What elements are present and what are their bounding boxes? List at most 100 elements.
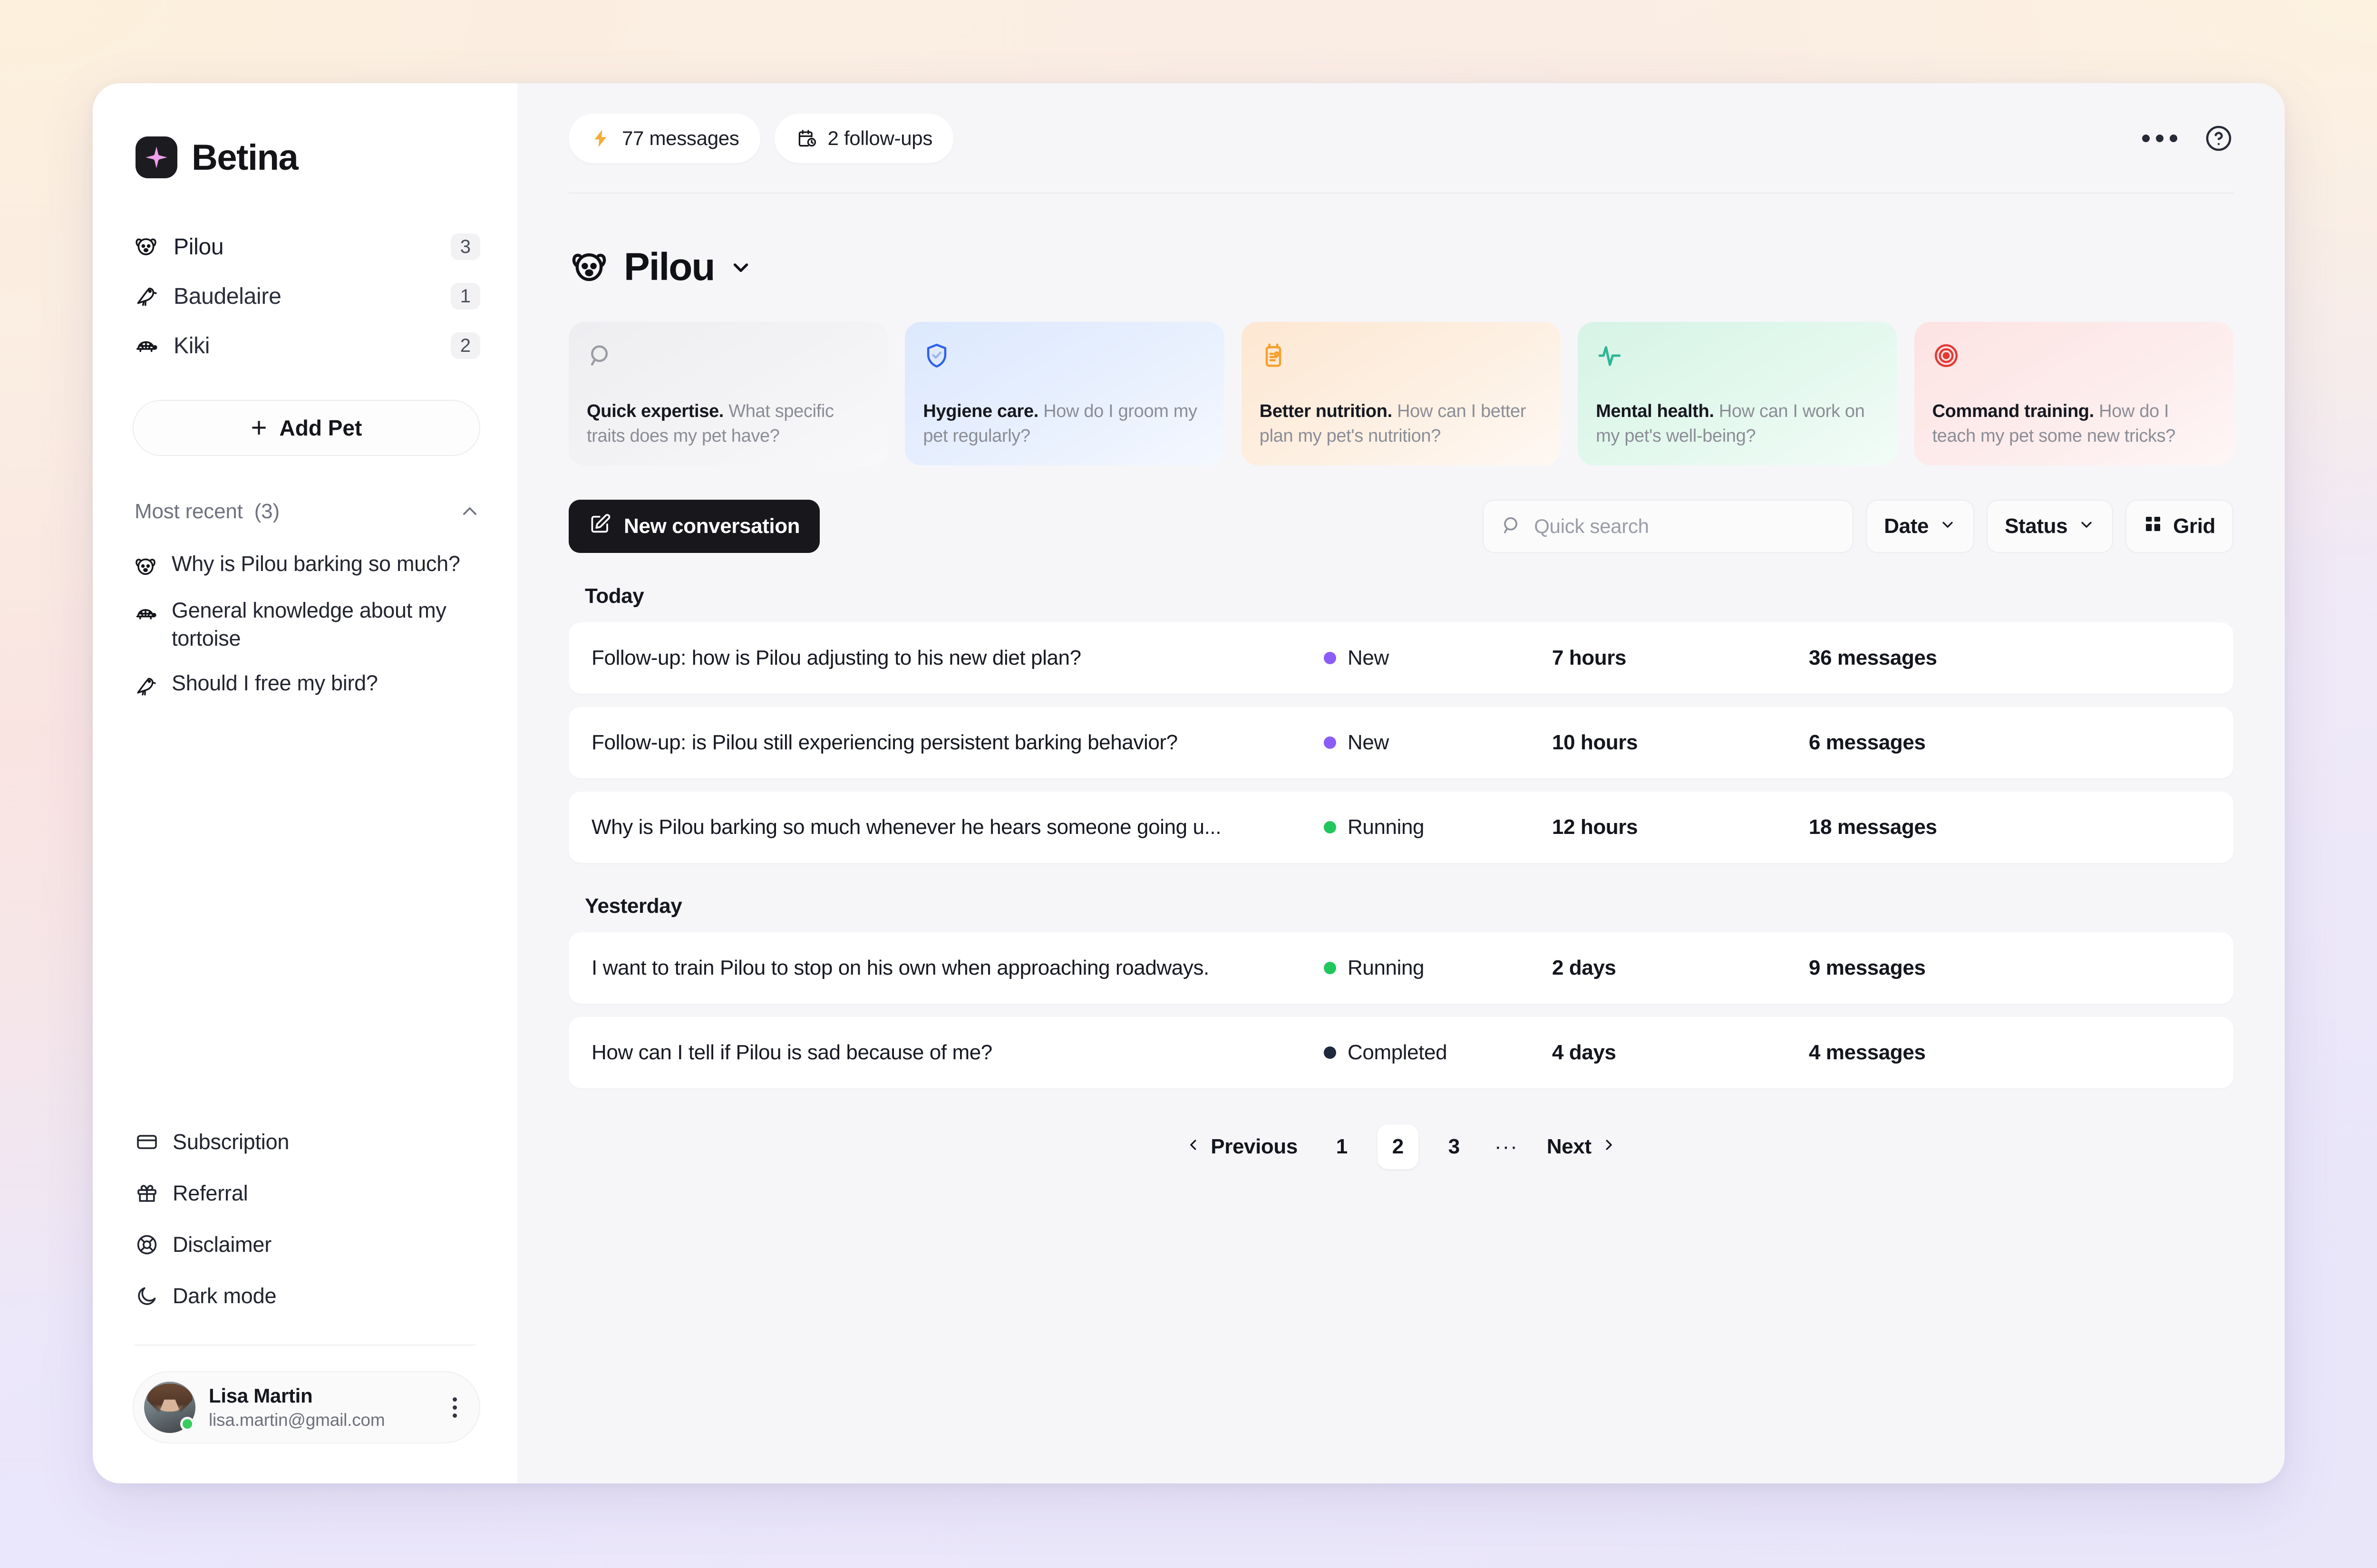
status-label: Running xyxy=(1348,815,1425,839)
status-label: New xyxy=(1348,646,1389,669)
list-item[interactable]: Should I free my bird? xyxy=(133,661,480,707)
suggestion-card-better-nutrition[interactable]: Better nutrition. How can I better plan … xyxy=(1241,322,1561,465)
followups-count-label: 2 follow-ups xyxy=(827,127,933,149)
status-label: New xyxy=(1348,731,1389,754)
table-row[interactable]: I want to train Pilou to stop on his own… xyxy=(569,932,2233,1004)
app-window: Betina Pilou 3 Baudelaire 1 Kiki 2 + Add… xyxy=(93,83,2285,1483)
chevron-down-icon xyxy=(2078,514,2095,538)
tortoise-icon xyxy=(133,600,158,626)
chevron-up-icon[interactable] xyxy=(459,501,480,522)
grid-icon xyxy=(2144,514,2163,539)
pet-name: Pilou xyxy=(174,234,224,260)
user-profile-card[interactable]: Lisa Martin lisa.martin@gmail.com xyxy=(133,1371,480,1443)
credit-card-icon xyxy=(135,1130,159,1154)
pet-selector[interactable]: Pilou xyxy=(569,245,2233,290)
conversation-time: 2 days xyxy=(1552,956,1616,979)
suggestion-card-command-training[interactable]: Command training. How do I teach my pet … xyxy=(1914,322,2233,465)
status-filter-label: Status xyxy=(2005,514,2068,538)
sidebar-item-disclaimer[interactable]: Disclaimer xyxy=(135,1219,480,1270)
card-title: Hygiene care. xyxy=(923,401,1038,422)
page-button-3[interactable]: 3 xyxy=(1434,1124,1475,1169)
sidebar-item-subscription[interactable]: Subscription xyxy=(135,1116,480,1168)
group-label-yesterday: Yesterday xyxy=(585,894,682,918)
table-row[interactable]: Follow-up: how is Pilou adjusting to his… xyxy=(569,622,2233,694)
nav-label: Referral xyxy=(173,1181,248,1205)
chevron-left-icon xyxy=(1185,1135,1202,1159)
status-filter-button[interactable]: Status xyxy=(1987,500,2114,553)
next-page-button[interactable]: Next xyxy=(1535,1126,1629,1167)
new-conversation-label: New conversation xyxy=(624,514,800,538)
grid-view-button[interactable]: Grid xyxy=(2125,500,2233,553)
status-dot xyxy=(1324,821,1336,833)
status-label: Running xyxy=(1348,956,1425,979)
previous-label: Previous xyxy=(1211,1135,1298,1158)
sidebar-item-dark-mode[interactable]: Dark mode xyxy=(135,1270,480,1322)
suggestion-card-mental-health[interactable]: Mental health. How can I work on my pet'… xyxy=(1578,322,1897,465)
conversation-title: How can I tell if Pilou is sad because o… xyxy=(592,1041,992,1064)
group-label-today: Today xyxy=(585,584,644,608)
nav-label: Disclaimer xyxy=(173,1232,272,1257)
lifebuoy-icon xyxy=(135,1232,159,1257)
kebab-menu-icon[interactable] xyxy=(444,1397,465,1418)
recent-item-title: Why is Pilou barking so much? xyxy=(172,552,460,576)
previous-page-button[interactable]: Previous xyxy=(1174,1126,1309,1167)
conversation-time: 4 days xyxy=(1552,1041,1616,1064)
pet-badge: 2 xyxy=(450,332,480,359)
sidebar-item-referral[interactable]: Referral xyxy=(135,1168,480,1219)
table-row[interactable]: How can I tell if Pilou is sad because o… xyxy=(569,1017,2233,1088)
pulse-icon xyxy=(1596,341,1625,370)
content-area: Pilou Quick expertise. What specific tra… xyxy=(517,194,2285,1483)
search-field[interactable] xyxy=(1483,500,1854,553)
user-name: Lisa Martin xyxy=(209,1384,313,1407)
pet-badge: 1 xyxy=(450,283,480,310)
sidebar-item-baudelaire[interactable]: Baudelaire 1 xyxy=(133,271,480,321)
messages-count-chip[interactable]: 77 messages xyxy=(569,114,760,163)
conversation-title: Why is Pilou barking so much whenever he… xyxy=(592,815,1222,839)
shield-check-icon xyxy=(923,341,952,370)
followups-count-chip[interactable]: 2 follow-ups xyxy=(774,114,954,163)
status-badge: Running xyxy=(1324,956,1552,980)
avatar xyxy=(144,1382,195,1433)
help-circle-icon[interactable] xyxy=(2204,124,2233,153)
card-title: Quick expertise. xyxy=(587,401,724,422)
plus-icon: + xyxy=(251,412,267,443)
search-icon xyxy=(587,341,616,370)
add-pet-button[interactable]: + Add Pet xyxy=(133,400,480,456)
conversation-message-count: 18 messages xyxy=(1809,815,1937,839)
page-button-1[interactable]: 1 xyxy=(1321,1124,1362,1169)
add-pet-label: Add Pet xyxy=(279,416,362,440)
chevron-down-icon[interactable] xyxy=(728,255,753,280)
table-row[interactable]: Follow-up: is Pilou still experiencing p… xyxy=(569,707,2233,778)
nutrition-calendar-icon xyxy=(1260,341,1289,370)
list-item[interactable]: Why is Pilou barking so much? xyxy=(133,542,480,588)
pet-list: Pilou 3 Baudelaire 1 Kiki 2 xyxy=(93,222,517,370)
suggestion-cards: Quick expertise. What specific traits do… xyxy=(569,322,2233,465)
page-button-2[interactable]: 2 xyxy=(1377,1124,1418,1169)
brand: Betina xyxy=(93,83,517,178)
most-recent-section-header[interactable]: Most recent (3) xyxy=(135,500,480,523)
new-conversation-button[interactable]: New conversation xyxy=(569,500,820,553)
target-icon xyxy=(1932,341,1962,370)
dog-icon xyxy=(133,554,158,580)
status-badge: Running xyxy=(1324,815,1552,839)
sidebar-item-kiki[interactable]: Kiki 2 xyxy=(133,321,480,370)
compose-icon xyxy=(589,513,611,541)
main-panel: 77 messages 2 follow-ups Pilou Quick exp… xyxy=(517,83,2285,1483)
more-horizontal-icon[interactable] xyxy=(2142,135,2177,142)
sidebar-item-pilou[interactable]: Pilou 3 xyxy=(133,222,480,271)
date-filter-button[interactable]: Date xyxy=(1866,500,1975,553)
moon-icon xyxy=(135,1284,159,1308)
suggestion-card-hygiene-care[interactable]: Hygiene care. How do I groom my pet regu… xyxy=(905,322,1224,465)
gift-icon xyxy=(135,1181,159,1206)
status-dot xyxy=(1324,736,1336,749)
conversation-title: Follow-up: how is Pilou adjusting to his… xyxy=(592,646,1081,669)
status-label: Completed xyxy=(1348,1041,1447,1064)
list-item[interactable]: General knowledge about my tortoise xyxy=(133,588,480,661)
tortoise-icon xyxy=(133,332,159,359)
search-input[interactable] xyxy=(1534,515,1836,538)
user-email: lisa.martin@gmail.com xyxy=(209,1410,385,1430)
conversation-message-count: 6 messages xyxy=(1809,731,1926,754)
suggestion-card-quick-expertise[interactable]: Quick expertise. What specific traits do… xyxy=(569,322,888,465)
sidebar-nav: Subscription Referral Disclaimer Dark mo… xyxy=(93,1116,517,1322)
table-row[interactable]: Why is Pilou barking so much whenever he… xyxy=(569,792,2233,863)
